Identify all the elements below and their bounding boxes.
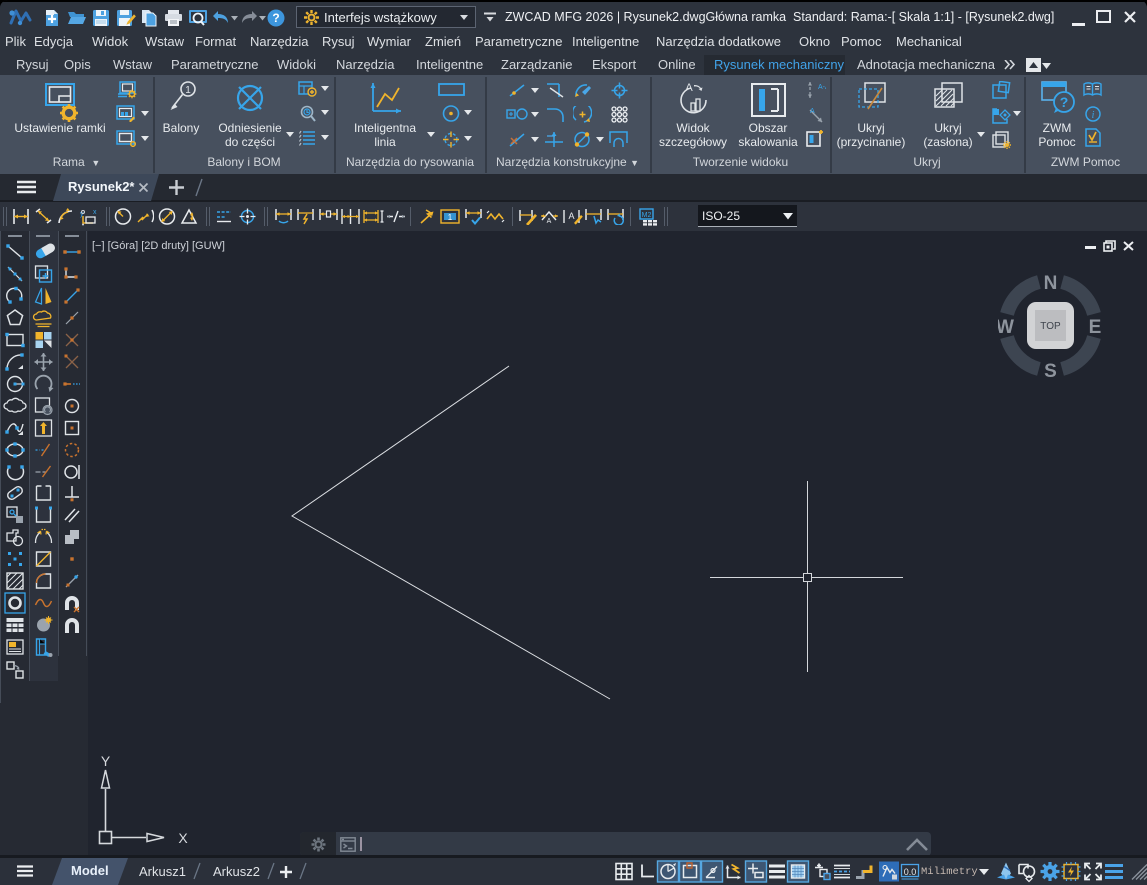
svg-text:Y: Y <box>101 753 111 769</box>
svg-text:X: X <box>178 830 188 846</box>
svg-text:i: i <box>1092 110 1095 121</box>
svg-text:A-A: A-A <box>818 84 826 91</box>
svg-text:A: A <box>810 108 815 115</box>
svg-text:A: A <box>547 218 552 225</box>
svg-text:1: 1 <box>185 85 191 96</box>
svg-text:A: A <box>685 82 693 94</box>
svg-text:M2: M2 <box>642 212 652 219</box>
svg-text:1: 1 <box>448 213 453 222</box>
svg-text:0.0: 0.0 <box>904 867 917 877</box>
svg-text:?: ? <box>1060 94 1069 110</box>
svg-text:?: ? <box>272 11 279 25</box>
svg-text:x: x <box>93 209 97 216</box>
svg-text:A: A <box>568 211 574 221</box>
